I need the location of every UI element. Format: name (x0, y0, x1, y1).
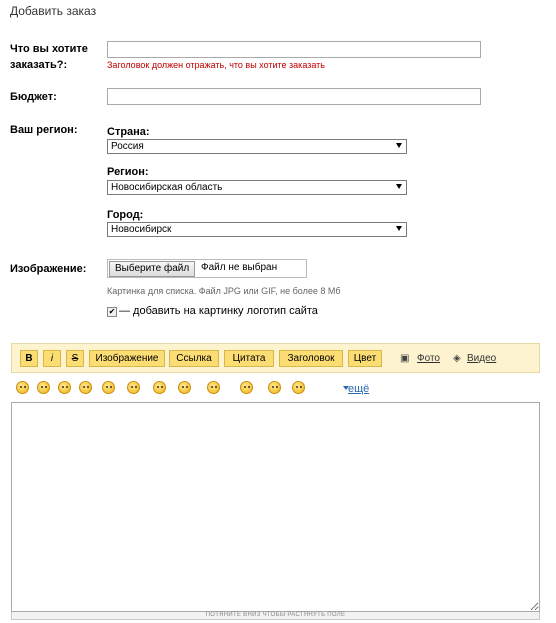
editor-toolbar: B i S Изображение Ссылка Цитата Заголово… (11, 343, 540, 373)
image-label: Изображение: (10, 263, 87, 275)
region-select[interactable]: Новосибирская область (107, 180, 407, 195)
crazy-icon[interactable] (240, 381, 253, 394)
city-select[interactable]: Новосибирск (107, 222, 407, 237)
smile-icon[interactable] (16, 381, 29, 394)
city-value: Новосибирск (111, 224, 172, 235)
blush-icon[interactable] (153, 381, 166, 394)
budget-label: Бюджет: (10, 91, 57, 103)
country-select[interactable]: Россия (107, 139, 407, 154)
editor-textarea[interactable] (11, 402, 540, 612)
thumbs-icon[interactable] (102, 381, 115, 394)
quote-button[interactable]: Цитата (224, 350, 274, 367)
region-label: Ваш регион: (10, 124, 78, 136)
country-label: Страна: (107, 126, 150, 138)
budget-input[interactable] (107, 88, 481, 105)
page-title: Добавить заказ (10, 4, 97, 18)
think-icon[interactable] (127, 381, 140, 394)
color-button[interactable]: Цвет (348, 350, 382, 367)
city-label: Город: (107, 209, 144, 221)
region-value: Новосибирская область (111, 182, 223, 193)
strike-button[interactable]: S (66, 350, 84, 367)
shock-icon[interactable] (268, 381, 281, 394)
shout-icon[interactable] (292, 381, 305, 394)
photo-link[interactable]: Фото (417, 353, 440, 364)
chevron-down-icon (396, 226, 402, 231)
chevron-down-icon (396, 184, 402, 189)
angry-icon[interactable] (37, 381, 50, 394)
girl-icon[interactable] (178, 381, 191, 394)
what-label: Что вы хотите заказать?: (10, 43, 88, 71)
grin-icon[interactable] (79, 381, 92, 394)
logo-checkbox[interactable]: ✔ (107, 307, 117, 317)
what-input[interactable] (107, 41, 481, 58)
heading-button[interactable]: Заголовок (279, 350, 343, 367)
chevron-down-icon (396, 143, 402, 148)
image-button[interactable]: Изображение (89, 350, 165, 367)
region-sub-label: Регион: (107, 166, 149, 178)
italic-button[interactable]: i (43, 350, 61, 367)
resize-handle[interactable]: ПОТЯНИТЕ ВНИЗ ЧТОБЫ РАСТЯНУТЬ ПОЛЕ (11, 612, 540, 620)
country-value: Россия (111, 141, 144, 152)
bold-button[interactable]: B (20, 350, 38, 367)
link-button[interactable]: Ссылка (169, 350, 219, 367)
file-input[interactable]: Выберите файл Файл не выбран (107, 259, 307, 278)
video-icon: ◈ (453, 353, 461, 364)
file-status: Файл не выбран (201, 262, 278, 273)
wink-icon[interactable] (58, 381, 71, 394)
camera-icon: ▣ (400, 353, 410, 364)
logo-checkbox-label: — добавить на картинку логотип сайта (119, 305, 318, 317)
video-link[interactable]: Видео (467, 353, 496, 364)
choose-file-button[interactable]: Выберите файл (109, 261, 196, 277)
image-hint: Картинка для списка. Файл JPG или GIF, н… (107, 286, 341, 296)
what-hint: Заголовок должен отражать, что вы хотите… (107, 60, 325, 70)
more-smileys-link[interactable]: ещё (348, 383, 369, 395)
kiss-icon[interactable] (207, 381, 220, 394)
